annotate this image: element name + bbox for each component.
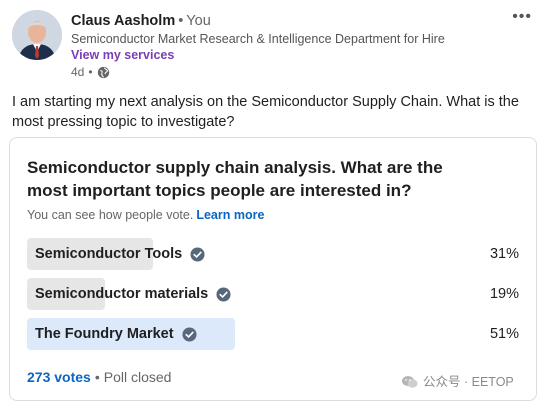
poll-footer-separator: •	[94, 369, 100, 385]
check-circle-icon	[216, 286, 231, 302]
post-body: I am starting my next analysis on the Se…	[12, 94, 519, 130]
poll-option-percent: 51%	[489, 326, 519, 342]
avatar-photo	[12, 10, 62, 60]
more-options-button[interactable]: •••	[512, 9, 532, 25]
poll-option-label: Semiconductor Tools	[35, 246, 183, 262]
poll-option[interactable]: Semiconductor materials 19%	[27, 278, 519, 310]
poll-votes-link[interactable]: 273 votes	[27, 369, 91, 385]
poll-option-percent: 19%	[489, 286, 519, 302]
poll-question: Semiconductor supply chain analysis. Wha…	[27, 158, 443, 200]
watermark: 公众号 · EETOP	[402, 374, 514, 390]
poll-note: You can see how people vote. Learn more	[27, 207, 264, 223]
poll-option-label: The Foundry Market	[35, 326, 174, 342]
meta-separator: •	[88, 65, 93, 79]
poll-option[interactable]: The Foundry Market 51%	[27, 318, 519, 350]
author-name[interactable]: Claus Aasholm	[71, 13, 175, 29]
poll-option-percent: 31%	[489, 246, 519, 262]
poll-note-text: You can see how people vote.	[27, 208, 194, 222]
post-time: 4d	[71, 65, 85, 79]
author-relation: You	[186, 13, 211, 29]
check-circle-icon	[182, 326, 197, 342]
post-meta: 4d •	[71, 64, 110, 80]
post-header: Claus Aasholm • You Semiconductor Market R…	[12, 9, 536, 82]
poll-option-label: Semiconductor materials	[35, 286, 209, 302]
poll-option[interactable]: Semiconductor Tools 31%	[27, 238, 519, 270]
wechat-icon	[402, 376, 418, 388]
author-line: Claus Aasholm • You	[71, 12, 211, 30]
author-headline: Semiconductor Market Research & Intellig…	[71, 32, 445, 46]
poll-option-label-group: Semiconductor Tools	[35, 245, 205, 263]
poll-status: Poll closed	[103, 369, 172, 385]
poll-option-label-group: The Foundry Market	[35, 325, 197, 343]
poll-card: Semiconductor supply chain analysis. Wha…	[9, 137, 537, 401]
check-circle-icon	[190, 246, 205, 262]
poll-option-label-group: Semiconductor materials	[35, 285, 231, 303]
learn-more-link[interactable]: Learn more	[196, 208, 264, 222]
poll-footer: 273 votes • Poll closed	[27, 368, 171, 386]
watermark-text: 公众号 · EETOP	[423, 375, 514, 389]
author-avatar[interactable]	[12, 10, 62, 60]
author-separator: •	[178, 13, 184, 29]
view-services-link[interactable]: View my services	[71, 47, 174, 63]
globe-icon	[97, 66, 109, 78]
